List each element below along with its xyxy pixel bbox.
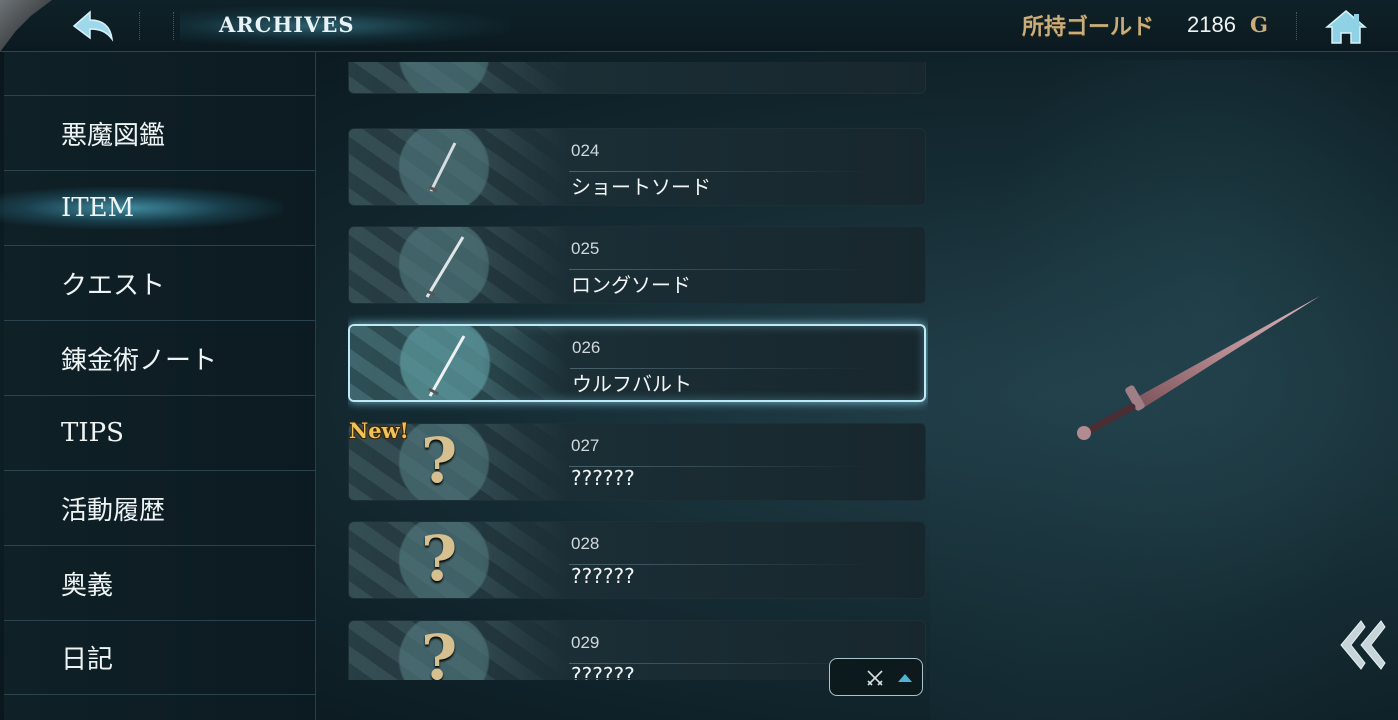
list-item-selected[interactable]: 026 ウルフバルト bbox=[348, 324, 926, 402]
sidebar-item-label: 日記 bbox=[61, 645, 114, 675]
item-thumbnail bbox=[349, 62, 569, 93]
sort-ascending-icon bbox=[898, 674, 912, 682]
home-icon bbox=[1324, 10, 1368, 44]
item-thumbnail bbox=[349, 129, 569, 205]
item-thumbnail: ? bbox=[349, 621, 569, 680]
long-sword-icon bbox=[425, 236, 465, 298]
sidebar-item-item[interactable]: ITEM bbox=[0, 170, 316, 245]
sort-toggle-button[interactable] bbox=[829, 658, 923, 696]
header-divider bbox=[173, 12, 174, 40]
back-button[interactable] bbox=[64, 6, 120, 46]
sidebar-item-alchemy-notes[interactable]: 錬金術ノート bbox=[4, 320, 316, 395]
new-badge: New! bbox=[349, 418, 409, 443]
sidebar-item-label: 錬金術ノート bbox=[61, 345, 218, 376]
sidebar-item-demon-encyclopedia[interactable]: 悪魔図鑑 bbox=[4, 95, 316, 170]
item-name: ロングソード bbox=[571, 273, 691, 297]
item-thumbnail: ? bbox=[349, 522, 569, 598]
list-item[interactable]: 025 ロングソード bbox=[348, 226, 926, 304]
item-name: ?????? bbox=[571, 466, 635, 490]
gold-unit: G bbox=[1250, 12, 1268, 37]
list-item[interactable]: ? 027 ?????? bbox=[348, 423, 926, 501]
sidebar-item-label: 奥義 bbox=[61, 570, 114, 601]
item-name: ?????? bbox=[571, 564, 635, 588]
corner-ornament bbox=[0, 0, 52, 52]
item-name: ウルフバルト bbox=[572, 372, 692, 396]
question-mark-icon: ? bbox=[421, 621, 458, 680]
list-item-partial[interactable] bbox=[348, 62, 926, 94]
gold-label: 所持ゴールド bbox=[1022, 14, 1155, 40]
sidebar-item-secret-arts[interactable]: 奥義 bbox=[4, 545, 316, 620]
sidebar-item-label: クエスト bbox=[61, 270, 166, 301]
back-arrow-icon bbox=[72, 10, 114, 42]
short-sword-icon bbox=[428, 142, 457, 193]
item-number: 027 bbox=[571, 436, 600, 455]
list-item[interactable]: 024 ショートソード bbox=[348, 128, 926, 206]
sidebar-item-quest[interactable]: クエスト bbox=[4, 245, 316, 320]
crossed-swords-icon bbox=[867, 670, 883, 686]
list-item[interactable]: ? 028 ?????? bbox=[348, 521, 926, 599]
item-name: ?????? bbox=[571, 663, 635, 680]
category-sidebar: 悪魔図鑑 ITEM クエスト 錬金術ノート TIPS 活動履歴 奥義 日記 bbox=[0, 52, 316, 720]
item-number: 028 bbox=[571, 534, 600, 553]
sword-preview-icon bbox=[1077, 296, 1320, 440]
sidebar-item-label: 悪魔図鑑 bbox=[61, 120, 166, 151]
collapse-panel-button[interactable] bbox=[1335, 617, 1387, 673]
item-thumbnail bbox=[350, 326, 570, 400]
sidebar-item-label: 活動履歴 bbox=[61, 495, 166, 526]
item-number: 025 bbox=[571, 239, 600, 258]
header-divider bbox=[1296, 12, 1297, 40]
sidebar-item-label: TIPS bbox=[61, 418, 124, 448]
sidebar-item-label: ITEM bbox=[61, 193, 135, 223]
item-number: 029 bbox=[571, 633, 600, 652]
ulfberht-sword-icon bbox=[428, 335, 466, 397]
header-divider bbox=[139, 12, 140, 40]
question-mark-icon: ? bbox=[421, 424, 458, 497]
sidebar-item-diary[interactable]: 日記 bbox=[4, 620, 316, 695]
item-name: ショートソード bbox=[571, 175, 711, 199]
item-thumbnail bbox=[349, 227, 569, 303]
item-list[interactable]: 024 ショートソード 025 ロングソード 026 ウルフバルト ? 027 bbox=[348, 62, 928, 680]
gold-amount: 2186 bbox=[1187, 12, 1236, 37]
item-number: 024 bbox=[571, 141, 600, 160]
category-menu: 悪魔図鑑 ITEM クエスト 錬金術ノート TIPS 活動履歴 奥義 日記 bbox=[0, 95, 316, 695]
page-title: ARCHIVES bbox=[219, 12, 355, 37]
question-mark-icon: ? bbox=[421, 522, 458, 595]
sidebar-item-activity-history[interactable]: 活動履歴 bbox=[4, 470, 316, 545]
home-button[interactable] bbox=[1318, 6, 1374, 48]
item-number: 026 bbox=[572, 338, 601, 357]
top-bar: ARCHIVES 所持ゴールド 2186 G bbox=[0, 0, 1398, 52]
sidebar-item-tips[interactable]: TIPS bbox=[4, 395, 316, 470]
